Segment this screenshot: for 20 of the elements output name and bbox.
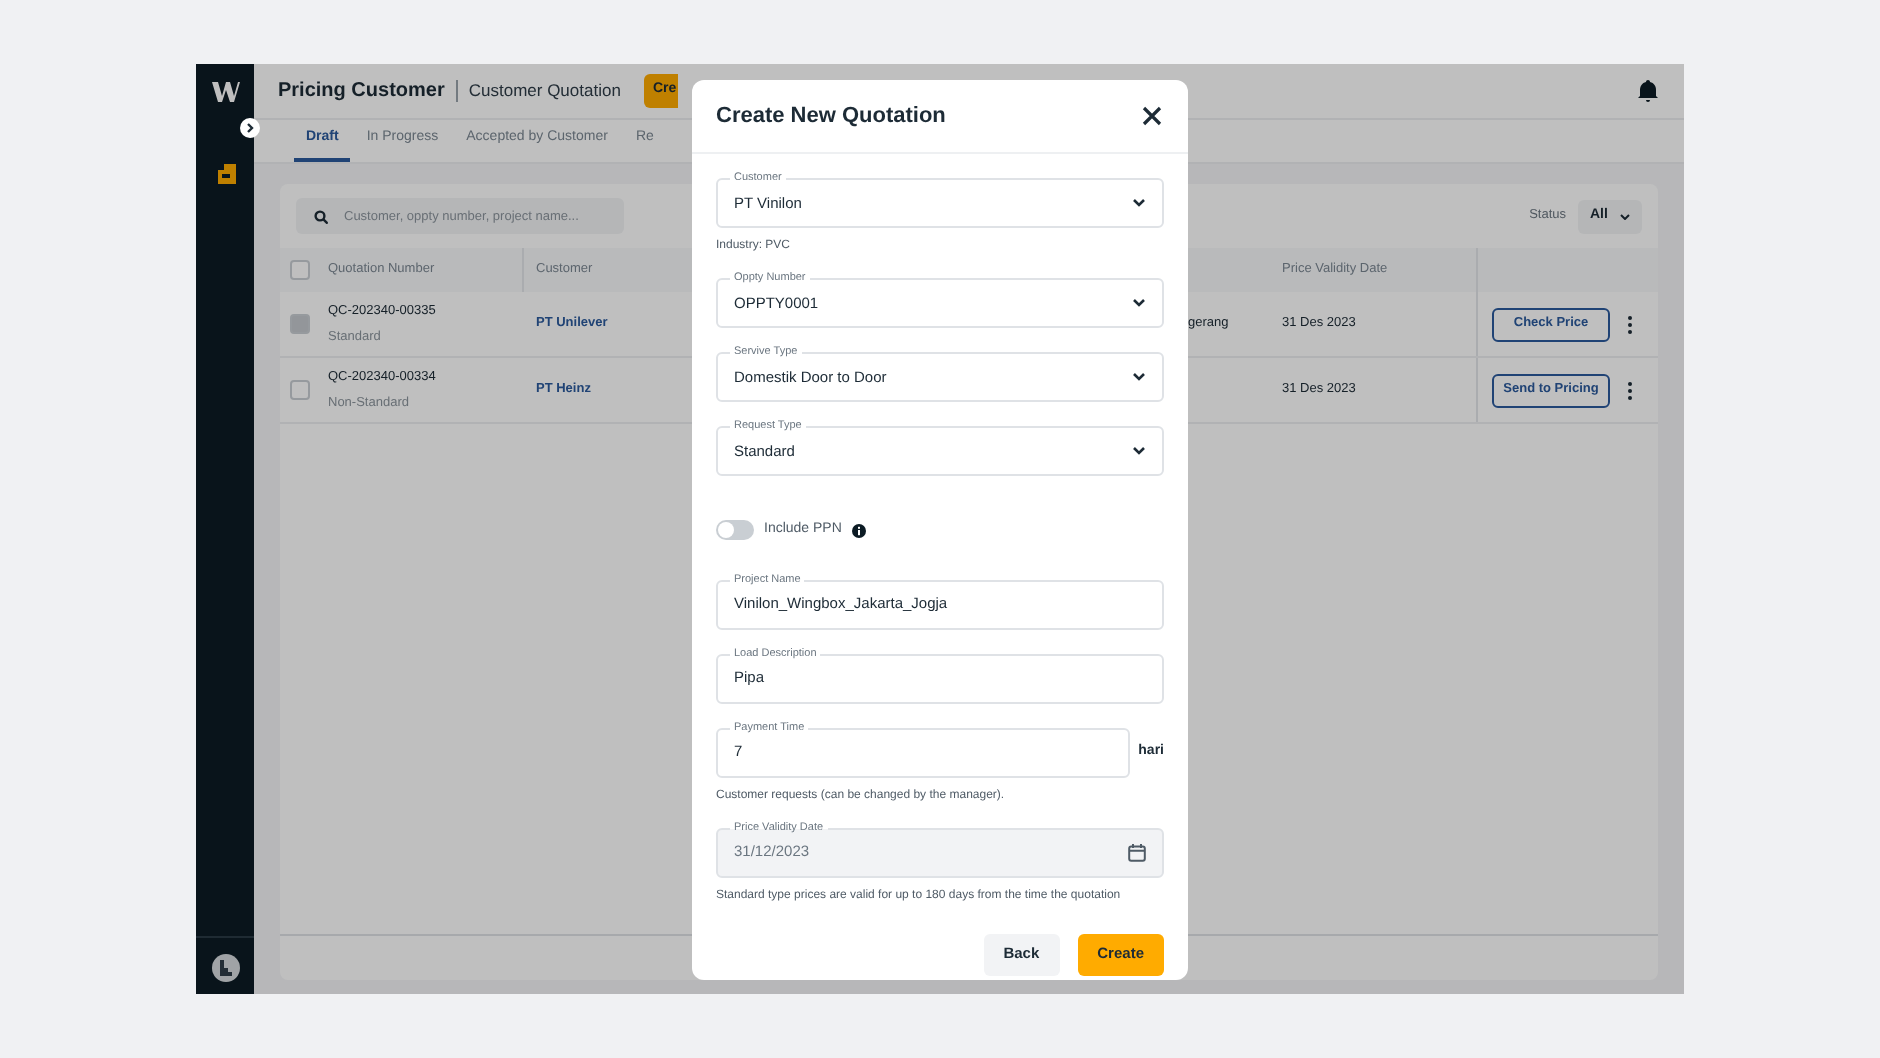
chevron-down-icon [1620, 213, 1630, 219]
checkbox[interactable] [290, 260, 310, 280]
close-icon [1140, 104, 1164, 128]
chevron-right-icon[interactable] [240, 118, 260, 138]
chevron-down-icon [1132, 372, 1146, 382]
page-subtitle: Customer Quotation [456, 80, 621, 102]
toggle-switch[interactable] [716, 520, 754, 541]
document-icon[interactable] [215, 162, 235, 184]
checkbox[interactable] [290, 380, 310, 400]
chevron-down-icon [1132, 446, 1146, 456]
logo-icon[interactable] [211, 82, 239, 102]
modal-title: Create New Quotation [716, 101, 946, 132]
page-title: Pricing Customer [278, 78, 445, 106]
calendar-icon [1128, 843, 1146, 861]
close-button[interactable] [1140, 104, 1164, 128]
search-icon [314, 209, 328, 223]
chevron-down-icon [1132, 198, 1146, 208]
bell-icon[interactable] [1638, 80, 1658, 102]
info-icon [851, 523, 866, 538]
chevron-down-icon [1132, 298, 1146, 308]
